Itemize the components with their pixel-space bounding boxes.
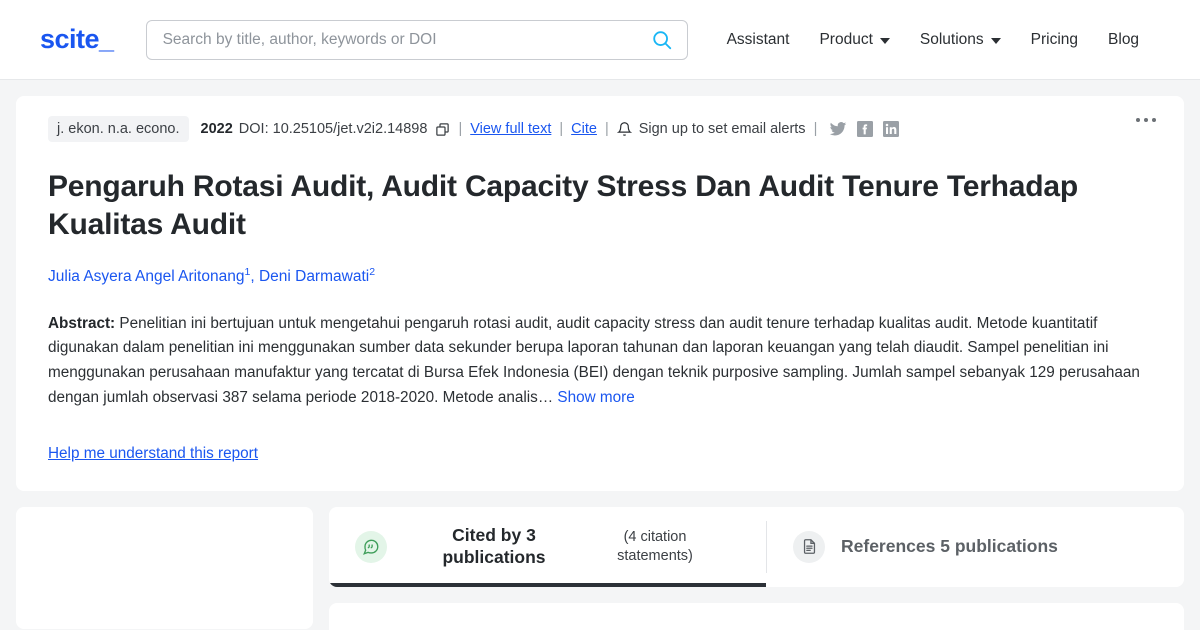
- references-label: References 5 publications: [841, 536, 1058, 557]
- search-icon[interactable]: [651, 29, 673, 51]
- social-share-group: [829, 120, 900, 138]
- search-bar[interactable]: [145, 19, 688, 60]
- chevron-down-icon: [990, 37, 1001, 44]
- bell-icon: [616, 121, 632, 137]
- nav-item-solutions[interactable]: Solutions: [905, 25, 1016, 55]
- help-understand-report-link[interactable]: Help me understand this report: [48, 445, 258, 463]
- doi-label: DOI: 10.25105/jet.v2i2.14898: [238, 121, 428, 137]
- article-card: j. ekon. n.a. econo. 2022 DOI: 10.25105/…: [16, 96, 1184, 491]
- author-affiliation-2: 2: [369, 265, 376, 278]
- article-meta-row: j. ekon. n.a. econo. 2022 DOI: 10.25105/…: [48, 116, 1152, 142]
- citation-statements-count: (4 citation statements): [617, 528, 693, 564]
- search-input[interactable]: [162, 30, 651, 49]
- page-title: Pengaruh Rotasi Audit, Audit Capacity St…: [48, 170, 1079, 242]
- bottom-section: Cited by 3 publications (4 citation stat…: [16, 506, 1184, 630]
- scite-logo[interactable]: scite_: [40, 24, 114, 55]
- twitter-icon[interactable]: [829, 120, 847, 138]
- journal-badge[interactable]: j. ekon. n.a. econo.: [48, 116, 189, 142]
- meta-separator: |: [604, 121, 609, 137]
- meta-separator: |: [458, 121, 463, 137]
- nav-item-product[interactable]: Product: [804, 25, 904, 55]
- copy-icon[interactable]: [435, 122, 450, 137]
- email-alerts-button[interactable]: Sign up to set email alerts: [616, 121, 806, 137]
- publication-year: 2022: [200, 121, 233, 137]
- nav-label-product: Product: [819, 30, 873, 48]
- sidebar-column: [16, 506, 313, 630]
- chevron-down-icon: [879, 37, 890, 44]
- content-column: Cited by 3 publications (4 citation stat…: [329, 506, 1184, 630]
- more-options-icon[interactable]: [1130, 112, 1162, 128]
- abstract-label: Abstract:: [48, 314, 116, 332]
- nav-label-pricing: Pricing: [1030, 30, 1079, 48]
- site-header: scite_ Assistant Product Solutions Prici…: [0, 0, 1200, 80]
- quote-bubble-icon: [355, 530, 387, 563]
- nav-label-solutions: Solutions: [919, 30, 984, 48]
- view-full-text-link[interactable]: View full text: [470, 121, 551, 137]
- show-more-button[interactable]: Show more: [557, 389, 634, 406]
- page-body: j. ekon. n.a. econo. 2022 DOI: 10.25105/…: [0, 80, 1200, 630]
- nav-label-assistant: Assistant: [726, 30, 790, 48]
- linkedin-icon[interactable]: [883, 121, 900, 137]
- email-alerts-label: Sign up to set email alerts: [638, 121, 806, 137]
- citation-tabs: Cited by 3 publications (4 citation stat…: [329, 506, 1184, 587]
- nav-item-pricing[interactable]: Pricing: [1016, 25, 1093, 55]
- cite-link[interactable]: Cite: [571, 121, 597, 137]
- author-link-2[interactable]: Deni Darmawati: [259, 268, 369, 285]
- author-link-1[interactable]: Julia Asyera Angel Aritonang: [48, 268, 244, 285]
- author-list: Julia Asyera Angel Aritonang1, Deni Darm…: [48, 265, 1152, 288]
- meta-separator: |: [559, 121, 564, 137]
- abstract-block: Abstract: Penelitian ini bertujuan untuk…: [48, 312, 1152, 411]
- tab-references[interactable]: References 5 publications: [767, 507, 1084, 587]
- cited-by-title: Cited by 3 publications: [442, 524, 546, 567]
- author-separator: ,: [250, 267, 259, 285]
- document-icon: [793, 530, 825, 563]
- nav-label-blog: Blog: [1108, 30, 1140, 48]
- citations-list-card: [329, 602, 1184, 630]
- main-navigation: Assistant Product Solutions Pricing Blog: [712, 25, 1155, 55]
- nav-item-blog[interactable]: Blog: [1093, 25, 1154, 55]
- nav-item-assistant[interactable]: Assistant: [712, 25, 805, 55]
- facebook-icon[interactable]: [857, 121, 874, 137]
- tab-cited-by[interactable]: Cited by 3 publications (4 citation stat…: [329, 507, 766, 587]
- sidebar-card: [16, 506, 313, 629]
- meta-separator: |: [813, 121, 818, 137]
